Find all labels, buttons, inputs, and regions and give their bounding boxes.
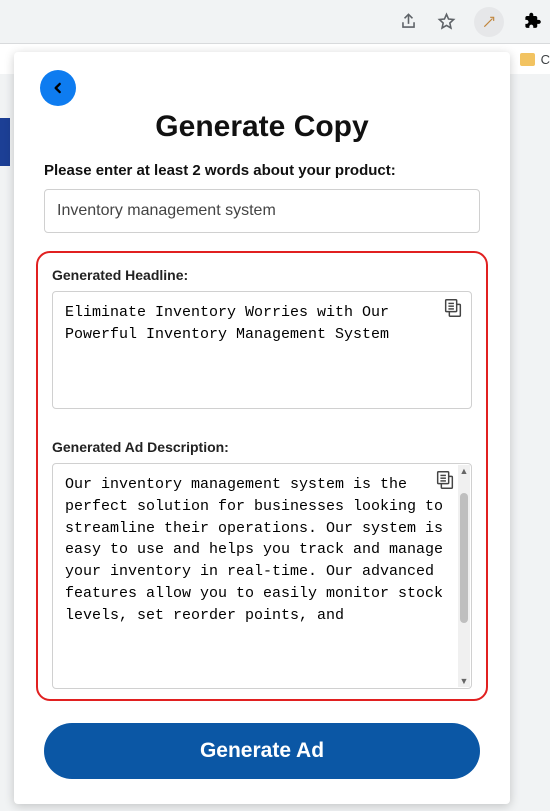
scroll-thumb[interactable] [460, 493, 468, 623]
browser-toolbar [0, 0, 550, 44]
facebook-tab-edge [0, 118, 10, 166]
extension-panel: Generate Copy Please enter at least 2 wo… [14, 52, 510, 804]
bookmark-label[interactable]: C [541, 52, 550, 67]
copy-headline-button[interactable] [441, 296, 465, 320]
generated-description-box: Our inventory management system is the p… [52, 463, 472, 689]
copy-description-button[interactable] [433, 468, 457, 492]
back-button[interactable] [40, 70, 76, 106]
product-input[interactable] [44, 189, 480, 233]
extension-avatar[interactable] [474, 7, 504, 37]
generate-ad-button[interactable]: Generate Ad [44, 723, 480, 779]
generated-headline-text: Eliminate Inventory Worries with Our Pow… [65, 302, 459, 346]
headline-label: Generated Headline: [52, 267, 472, 283]
page-title: Generate Copy [34, 110, 490, 144]
prompt-label: Please enter at least 2 words about your… [44, 162, 480, 179]
star-icon[interactable] [436, 12, 456, 32]
generated-description-text: Our inventory management system is the p… [65, 474, 449, 626]
generated-headline-box: Eliminate Inventory Worries with Our Pow… [52, 291, 472, 409]
highlighted-output-region: Generated Headline: Eliminate Inventory … [36, 251, 488, 701]
share-icon[interactable] [398, 12, 418, 32]
description-label: Generated Ad Description: [52, 439, 472, 455]
extensions-icon[interactable] [522, 12, 542, 32]
folder-icon [520, 53, 535, 66]
scroll-down-arrow[interactable]: ▼ [458, 675, 470, 687]
scroll-up-arrow[interactable]: ▲ [458, 465, 470, 477]
description-scrollbar[interactable]: ▲ ▼ [458, 465, 470, 687]
